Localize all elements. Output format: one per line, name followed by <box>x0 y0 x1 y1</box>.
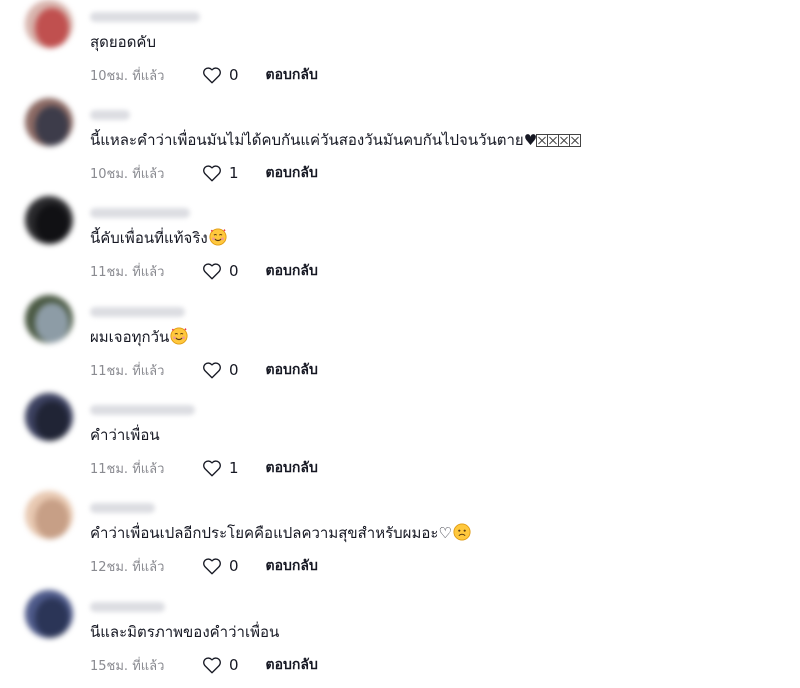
like-count: 1 <box>229 164 239 182</box>
avatar[interactable] <box>25 590 73 638</box>
comment-text: สุดยอดคับ <box>90 32 156 52</box>
comment-time: 12ชม. ที่แล้ว <box>90 559 165 575</box>
comment-item: นี้คับเพื่อนที่แท้จริง 11ชม. ที่แล้ว 0 ตอบก… <box>0 196 800 294</box>
comment-item: นี้แหละคำว่าเพื่อนมันไม่ได้คบกันแค่วันสอ… <box>0 98 800 196</box>
comment-time: 11ชม. ที่แล้ว <box>90 461 165 477</box>
comment-text: คำว่าเพื่อน <box>90 425 160 445</box>
comment-time: 15ชม. ที่แล้ว <box>90 658 165 674</box>
comment-meta: 11ชม. ที่แล้ว 0 ตอบกลับ <box>90 260 318 282</box>
like-count: 0 <box>229 656 239 674</box>
comment-time: 11ชม. ที่แล้ว <box>90 363 165 379</box>
comment-item: คำว่าเพื่อน 11ชม. ที่แล้ว 1 ตอบกลับ <box>0 393 800 491</box>
missing-glyph-boxes <box>536 132 582 152</box>
heart-outline-icon <box>203 362 221 379</box>
comment-time: 10ชม. ที่แล้ว <box>90 166 165 182</box>
comment-text: ผมเจอทุกวัน <box>90 327 188 347</box>
comment-text-content: สุดยอดคับ <box>90 33 156 51</box>
avatar[interactable] <box>25 98 73 146</box>
avatar[interactable] <box>25 196 73 244</box>
reply-button[interactable]: ตอบกลับ <box>266 64 318 86</box>
like-button[interactable]: 1 <box>202 459 239 477</box>
heart-outline-icon <box>203 657 221 674</box>
comment-text: คำว่าเพื่อนเปลอีกประโยคคือแปลความสุขสำหร… <box>90 523 471 543</box>
smiling-face-with-hearts-emoji <box>170 327 188 345</box>
comment-text-content: ผมเจอทุกวัน <box>90 328 170 346</box>
like-count: 0 <box>229 66 239 84</box>
like-count: 0 <box>229 361 239 379</box>
smiling-face-with-hearts-emoji <box>209 228 227 246</box>
heart-outline-icon <box>203 460 221 477</box>
username-blurred[interactable] <box>90 602 165 612</box>
avatar[interactable] <box>25 491 73 539</box>
reply-button[interactable]: ตอบกลับ <box>266 260 318 282</box>
heart-outline-icon <box>203 67 221 84</box>
comment-text-content: คำว่าเพื่อนเปลอีกประโยคคือแปลความสุขสำหร… <box>90 524 452 542</box>
username-blurred[interactable] <box>90 503 155 513</box>
comment-text: นี้แหละคำว่าเพื่อนมันไม่ได้คบกันแค่วันสอ… <box>90 130 582 152</box>
like-button[interactable]: 0 <box>202 262 239 280</box>
like-button[interactable]: 0 <box>202 557 239 575</box>
heart-outline-icon <box>203 558 221 575</box>
like-button[interactable]: 1 <box>202 164 239 182</box>
comment-item: สุดยอดคับ 10ชม. ที่แล้ว 0 ตอบกลับ <box>0 0 800 98</box>
username-blurred[interactable] <box>90 208 190 218</box>
username-blurred[interactable] <box>90 110 130 120</box>
reply-button[interactable]: ตอบกลับ <box>266 555 318 577</box>
like-count: 0 <box>229 557 239 575</box>
comment-item: นีและมิตรภาพของคำว่าเพื่อน 15ชม. ที่แล้ว 0… <box>0 590 800 688</box>
comment-meta: 11ชม. ที่แล้ว 0 ตอบกลับ <box>90 359 318 381</box>
comment-text-content: คำว่าเพื่อน <box>90 426 160 444</box>
comment-text: นีและมิตรภาพของคำว่าเพื่อน <box>90 622 279 642</box>
comment-time: 10ชม. ที่แล้ว <box>90 68 165 84</box>
comment-meta: 12ชม. ที่แล้ว 0 ตอบกลับ <box>90 555 318 577</box>
comment-time: 11ชม. ที่แล้ว <box>90 264 165 280</box>
like-count: 1 <box>229 459 239 477</box>
like-button[interactable]: 0 <box>202 66 239 84</box>
like-count: 0 <box>229 262 239 280</box>
comment-item: ผมเจอทุกวัน 11ชม. ที่แล้ว 0 ตอบกลับ <box>0 295 800 393</box>
username-blurred[interactable] <box>90 12 200 22</box>
username-blurred[interactable] <box>90 405 195 415</box>
heart-outline-icon <box>203 263 221 280</box>
avatar[interactable] <box>25 393 73 441</box>
comment-meta: 10ชม. ที่แล้ว 1 ตอบกลับ <box>90 162 318 184</box>
sad-face-emoji <box>453 523 471 541</box>
avatar[interactable] <box>25 0 73 48</box>
reply-button[interactable]: ตอบกลับ <box>266 654 318 676</box>
reply-button[interactable]: ตอบกลับ <box>266 457 318 479</box>
comment-text-content: นีและมิตรภาพของคำว่าเพื่อน <box>90 623 280 641</box>
reply-button[interactable]: ตอบกลับ <box>266 359 318 381</box>
comment-text-content: นี้แหละคำว่าเพื่อนมันไม่ได้คบกันแค่วันสอ… <box>90 131 538 149</box>
comment-meta: 11ชม. ที่แล้ว 1 ตอบกลับ <box>90 457 318 479</box>
username-blurred[interactable] <box>90 307 185 317</box>
heart-outline-icon <box>203 165 221 182</box>
comment-text-content: นี้คับเพื่อนที่แท้จริง <box>90 229 208 247</box>
like-button[interactable]: 0 <box>202 361 239 379</box>
comment-meta: 10ชม. ที่แล้ว 0 ตอบกลับ <box>90 64 318 86</box>
avatar[interactable] <box>25 295 73 343</box>
comment-text: นี้คับเพื่อนที่แท้จริง <box>90 228 227 248</box>
like-button[interactable]: 0 <box>202 656 239 674</box>
comment-meta: 15ชม. ที่แล้ว 0 ตอบกลับ <box>90 654 318 676</box>
comment-item: คำว่าเพื่อนเปลอีกประโยคคือแปลความสุขสำหร… <box>0 491 800 589</box>
reply-button[interactable]: ตอบกลับ <box>266 162 318 184</box>
